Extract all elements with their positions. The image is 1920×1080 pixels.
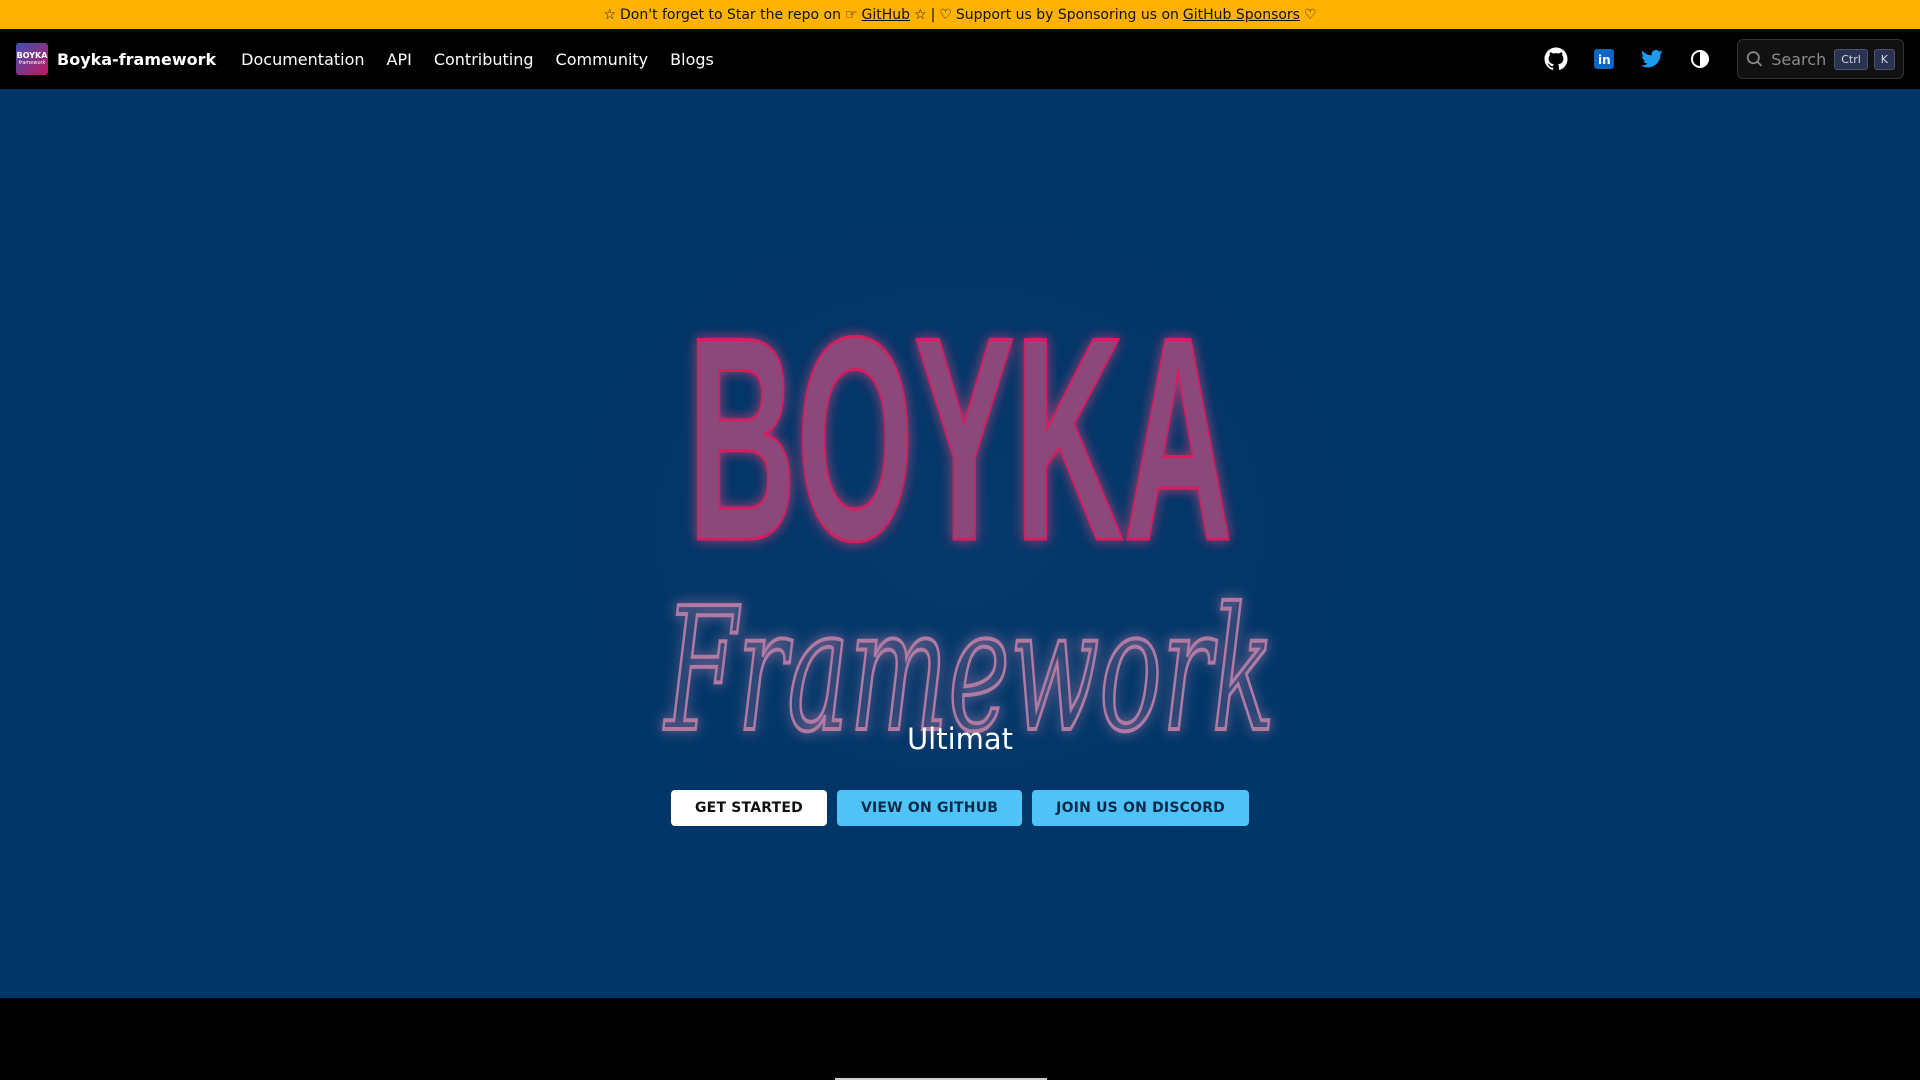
navbar: BOYKA framework Boyka-framework Document… — [0, 29, 1920, 89]
join-discord-button[interactable]: JOIN US ON DISCORD — [1032, 790, 1249, 826]
get-started-button[interactable]: GET STARTED — [670, 790, 827, 826]
github-icon[interactable] — [1535, 38, 1577, 80]
heart-icon: ♡ — [939, 6, 952, 23]
nav-right: in Search Ctrl K — [1535, 38, 1904, 80]
kbd-k: K — [1873, 48, 1895, 70]
theme-toggle-icon[interactable] — [1679, 38, 1721, 80]
star-icon: ☆ — [914, 6, 927, 23]
brand-link[interactable]: BOYKA framework Boyka-framework — [16, 43, 216, 75]
linkedin-icon[interactable]: in — [1583, 38, 1625, 80]
view-on-github-button[interactable]: VIEW ON GITHUB — [836, 790, 1023, 826]
nav-link-api[interactable]: API — [376, 50, 423, 69]
nav-link-contributing[interactable]: Contributing — [423, 50, 545, 69]
nav-link-blogs[interactable]: Blogs — [659, 50, 725, 69]
twitter-icon[interactable] — [1631, 38, 1673, 80]
kbd-ctrl: Ctrl — [1834, 48, 1868, 70]
footer-strip — [0, 998, 1920, 1080]
nav-links: Documentation API Contributing Community… — [230, 50, 725, 69]
separator: | — [930, 6, 936, 23]
announcement-text-2: Support us by Sponsoring us on — [955, 6, 1179, 23]
announcement-text-1: Don't forget to Star the repo on — [620, 6, 841, 23]
heart-icon: ♡ — [1303, 6, 1317, 23]
hero-tagline: Ultimat — [906, 722, 1014, 756]
announcement-bar: ☆ Don't forget to Star the repo on ☞ Git… — [0, 0, 1920, 29]
github-sponsors-link[interactable]: GitHub Sponsors — [1183, 7, 1300, 23]
brand-title: Boyka-framework — [57, 49, 217, 69]
hero-section: BOYKA Framework Ultimat GET STARTED VIEW… — [0, 89, 1920, 998]
nav-link-documentation[interactable]: Documentation — [230, 50, 375, 69]
github-link[interactable]: GitHub — [862, 7, 911, 23]
svg-text:in: in — [1598, 53, 1611, 67]
search-icon — [1746, 51, 1763, 67]
search-placeholder: Search — [1771, 49, 1827, 69]
brand-logo-text-bottom: framework — [18, 59, 46, 66]
hero-buttons: GET STARTED VIEW ON GITHUB JOIN US ON DI… — [0, 790, 1920, 826]
star-icon: ☆ — [603, 6, 616, 23]
pointing-hand-icon: ☞ — [844, 6, 858, 23]
search-shortcut: Ctrl K — [1834, 48, 1895, 70]
hero-logo-word-top: BOYKA — [688, 277, 1233, 601]
nav-link-community[interactable]: Community — [545, 50, 660, 69]
search-input[interactable]: Search Ctrl K — [1737, 39, 1904, 79]
brand-logo: BOYKA framework — [16, 43, 48, 75]
